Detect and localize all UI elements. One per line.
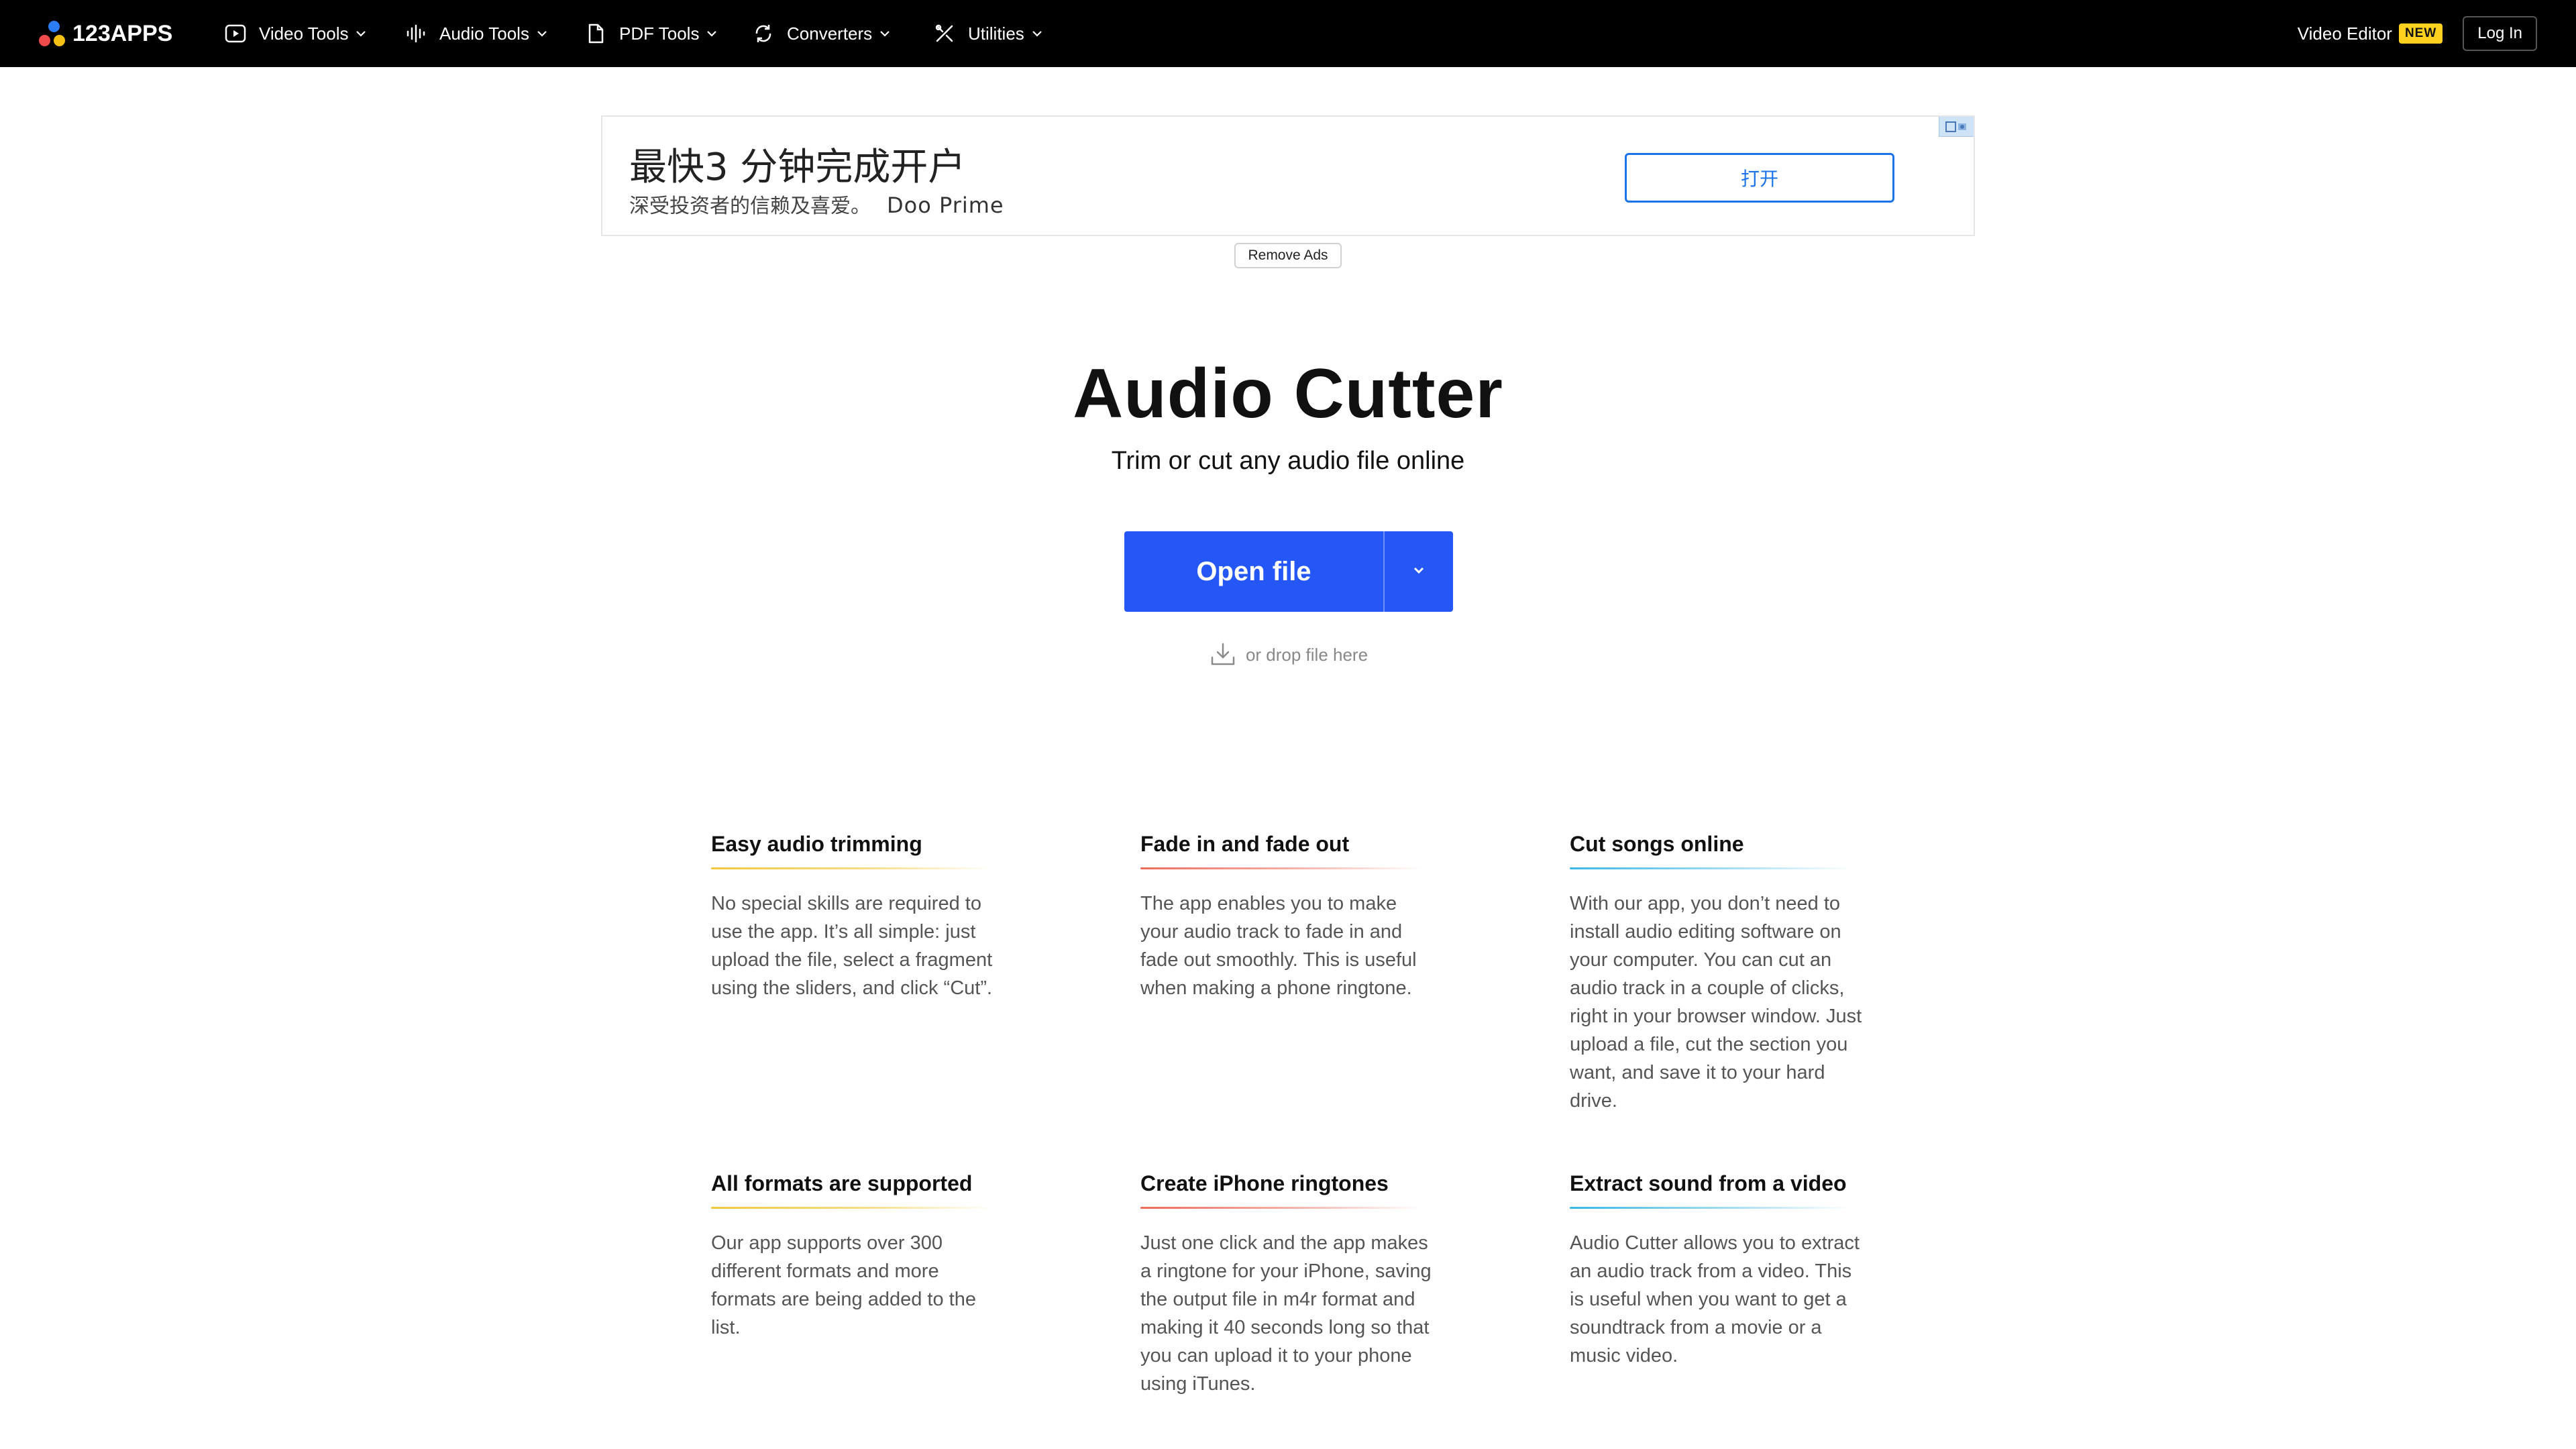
feature-cut-songs-online: Cut songs online With our app, you don’t… <box>1570 832 1865 1115</box>
chevron-down-icon <box>1411 562 1427 582</box>
feature-text: Just one click and the app makes a ringt… <box>1140 1232 1432 1395</box>
nav-audio-tools[interactable]: Audio Tools <box>405 0 584 67</box>
tools-icon <box>933 22 956 45</box>
feature-title: All formats are supported <box>711 1171 973 1195</box>
logo-icon <box>39 20 66 47</box>
feature-title: Extract sound from a video <box>1570 1171 1847 1195</box>
video-editor-label: Video Editor <box>2297 23 2392 44</box>
play-icon <box>224 22 247 45</box>
top-navigation-bar: 123APPS Video Tools Audio Tools PDF Tool… <box>0 0 2576 67</box>
chevron-down-icon <box>704 26 719 41</box>
feature-accent-line <box>1570 1207 1851 1209</box>
feature-accent-line <box>1140 867 1422 869</box>
feature-iphone-ringtones: Create iPhone ringtones Just one click a… <box>1140 1171 1436 1398</box>
new-badge: NEW <box>2398 23 2443 44</box>
right-nav: Video Editor NEW Log In <box>2298 0 2537 67</box>
ad-open-button[interactable]: 打开 <box>1625 153 1894 203</box>
remove-ads-button[interactable]: Remove Ads <box>1234 243 1342 268</box>
ad-subtitle-text: 深受投资者的信赖及喜爱。 <box>629 195 871 218</box>
chevron-down-icon <box>877 26 892 41</box>
ad-brand: Doo Prime <box>887 193 1004 218</box>
login-button[interactable]: Log In <box>2463 16 2537 51</box>
ad-choices-icon[interactable] <box>1939 117 1974 137</box>
feature-title: Cut songs online <box>1570 832 1744 856</box>
feature-text: No special skills are required to use th… <box>711 893 993 999</box>
feature-accent-line <box>711 1207 993 1209</box>
drop-zone-hint[interactable]: or drop file here <box>0 640 2576 669</box>
feature-accent-line <box>711 867 993 869</box>
feature-easy-audio-trimming: Easy audio trimming No special skills ar… <box>711 832 1006 1002</box>
feature-text: The app enables you to make your audio t… <box>1140 893 1417 999</box>
feature-all-formats: All formats are supported Our app suppor… <box>711 1171 1006 1342</box>
document-icon <box>584 22 607 45</box>
page-title: Audio Cutter <box>1073 355 1503 433</box>
ad-subtitle: 深受投资者的信赖及喜爱。 Doo Prime <box>629 189 1004 219</box>
page-subtitle: Trim or cut any audio file online <box>1111 447 1465 475</box>
nav-pdf-tools[interactable]: PDF Tools <box>584 0 752 67</box>
feature-title: Fade in and fade out <box>1140 832 1350 856</box>
feature-text: With our app, you don’t need to install … <box>1570 893 1862 1112</box>
logo[interactable]: 123APPS <box>39 20 172 47</box>
nav-utilities-label: Utilities <box>968 23 1024 44</box>
feature-title: Easy audio trimming <box>711 832 922 856</box>
chevron-down-icon <box>535 26 549 41</box>
nav-converters[interactable]: Converters <box>752 0 933 67</box>
feature-fade-in-out: Fade in and fade out The app enables you… <box>1140 832 1436 1002</box>
open-file-dropdown-button[interactable] <box>1385 531 1453 612</box>
chevron-down-icon <box>354 26 368 41</box>
nav-audio-tools-label: Audio Tools <box>439 23 529 44</box>
ad-banner[interactable]: 最快3 分钟完成开户 深受投资者的信赖及喜爱。 Doo Prime 打开 <box>601 115 1975 236</box>
nav-pdf-tools-label: PDF Tools <box>619 23 700 44</box>
logo-text: 123APPS <box>72 20 173 46</box>
nav-video-tools-label: Video Tools <box>259 23 349 44</box>
feature-text: Audio Cutter allows you to extract an au… <box>1570 1232 1860 1366</box>
nav-utilities[interactable]: Utilities <box>933 0 1067 67</box>
download-tray-icon <box>1208 640 1238 669</box>
nav-video-tools[interactable]: Video Tools <box>224 0 405 67</box>
open-file-control: Open file <box>1124 531 1453 612</box>
convert-icon <box>752 22 775 45</box>
nav-converters-label: Converters <box>787 23 873 44</box>
ad-title: 最快3 分钟完成开户 <box>629 146 966 189</box>
video-editor-link[interactable]: Video Editor NEW <box>2298 23 2443 44</box>
drop-hint-text: or drop file here <box>1245 644 1368 665</box>
chevron-down-icon <box>1030 26 1044 41</box>
waveform-icon <box>405 22 427 45</box>
feature-extract-sound: Extract sound from a video Audio Cutter … <box>1570 1171 1865 1370</box>
feature-text: Our app supports over 300 different form… <box>711 1232 976 1338</box>
open-file-button[interactable]: Open file <box>1124 531 1385 612</box>
main-nav: Video Tools Audio Tools PDF Tools Conver… <box>224 0 1067 67</box>
feature-title: Create iPhone ringtones <box>1140 1171 1389 1195</box>
feature-accent-line <box>1140 1207 1422 1209</box>
feature-accent-line <box>1570 867 1851 869</box>
